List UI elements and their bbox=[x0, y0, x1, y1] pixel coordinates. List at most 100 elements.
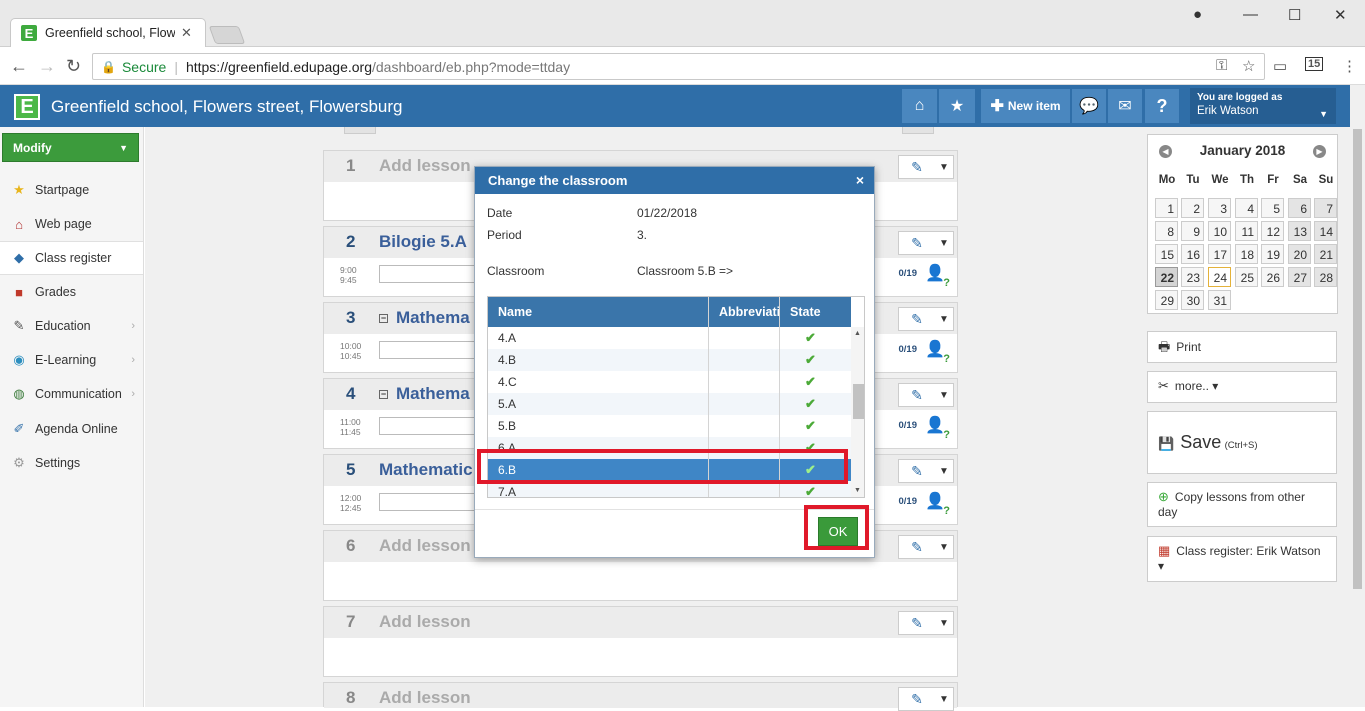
top-button-stub[interactable] bbox=[344, 127, 376, 134]
browser-tab[interactable]: E Greenfield school, Flowe ✕ bbox=[10, 18, 206, 47]
calendar-day[interactable]: 24 bbox=[1208, 267, 1231, 287]
browser-menu-icon[interactable]: ⋮ bbox=[1342, 57, 1357, 75]
calendar-day[interactable]: 26 bbox=[1261, 267, 1284, 287]
add-lesson-link[interactable]: Add lesson bbox=[379, 688, 471, 708]
calendar-day[interactable]: 30 bbox=[1181, 290, 1204, 310]
lesson-title[interactable]: Bilogie 5.A bbox=[379, 232, 467, 252]
account-icon[interactable]: ● bbox=[1193, 6, 1202, 23]
page-scrollbar[interactable] bbox=[1350, 85, 1365, 707]
calendar-day[interactable]: 28 bbox=[1314, 267, 1337, 287]
calendar-day[interactable]: 5 bbox=[1261, 198, 1284, 218]
calendar-day[interactable]: 29 bbox=[1155, 290, 1178, 310]
calendar-day[interactable]: 3 bbox=[1208, 198, 1231, 218]
lesson-topic-field[interactable] bbox=[379, 417, 479, 435]
lesson-title[interactable]: − Mathema bbox=[379, 308, 470, 328]
address-bar[interactable]: 🔒 Secure | https://greenfield.edupage.or… bbox=[92, 53, 1265, 80]
lesson-title[interactable]: − Mathema bbox=[379, 384, 470, 404]
collapse-icon[interactable]: − bbox=[379, 390, 388, 400]
calendar-day[interactable]: 11 bbox=[1235, 221, 1258, 241]
close-icon[interactable]: × bbox=[856, 172, 864, 188]
attendance-person-icon[interactable]: 👤? bbox=[925, 491, 950, 517]
calendar-day[interactable]: 18 bbox=[1235, 244, 1258, 264]
column-header-state[interactable]: State bbox=[790, 305, 821, 319]
sidebar-item-grades[interactable]: ■ Grades bbox=[0, 275, 143, 309]
next-month-icon[interactable]: ▶ bbox=[1313, 145, 1326, 158]
messages-button[interactable]: 💬 bbox=[1072, 89, 1107, 123]
scroll-down-icon[interactable]: ▼ bbox=[854, 487, 861, 494]
table-row[interactable]: 4.A ✔ bbox=[488, 327, 851, 349]
edit-lesson-button[interactable]: ✎ ▼ bbox=[898, 687, 954, 711]
table-row[interactable]: 4.C ✔ bbox=[488, 371, 851, 393]
calendar-day[interactable]: 15 bbox=[1155, 244, 1178, 264]
table-row[interactable]: 5.A ✔ bbox=[488, 393, 851, 415]
edit-lesson-button[interactable]: ✎ ▼ bbox=[898, 307, 954, 331]
maximize-button[interactable]: ☐ bbox=[1288, 6, 1301, 24]
attendance-person-icon[interactable]: 👤? bbox=[925, 339, 950, 365]
lesson-topic-field[interactable] bbox=[379, 493, 479, 511]
top-button-stub[interactable] bbox=[902, 127, 934, 134]
lesson-title[interactable]: Mathematic bbox=[379, 460, 473, 480]
calendar-day[interactable]: 2 bbox=[1181, 198, 1204, 218]
cast-icon[interactable]: ▭ bbox=[1273, 57, 1287, 75]
lesson-slot[interactable]: 7 Add lesson ✎ ▼ bbox=[323, 606, 958, 677]
sidebar-item-web-page[interactable]: ⌂ Web page bbox=[0, 207, 143, 241]
calendar-day[interactable]: 12 bbox=[1261, 221, 1284, 241]
sidebar-item-education[interactable]: ✎ Education › bbox=[0, 309, 143, 343]
extension-badge[interactable]: 15 bbox=[1305, 57, 1324, 71]
table-row[interactable]: 5.B ✔ bbox=[488, 415, 851, 437]
calendar-day[interactable]: 19 bbox=[1261, 244, 1284, 264]
calendar-day[interactable]: 21 bbox=[1314, 244, 1337, 264]
user-menu[interactable]: You are logged as Erik Watson ▼ bbox=[1190, 88, 1336, 124]
modify-button[interactable]: Modify ▼ bbox=[2, 133, 139, 162]
calendar-day[interactable]: 22 bbox=[1155, 267, 1178, 287]
calendar-day[interactable]: 23 bbox=[1181, 267, 1204, 287]
collapse-icon[interactable]: − bbox=[379, 314, 388, 324]
copy-lessons-button[interactable]: ⊕ Copy lessons from other day bbox=[1147, 482, 1337, 527]
calendar-day[interactable]: 1 bbox=[1155, 198, 1178, 218]
edit-lesson-button[interactable]: ✎ ▼ bbox=[898, 535, 954, 559]
calendar-day[interactable]: 17 bbox=[1208, 244, 1231, 264]
column-header-name[interactable]: Name bbox=[498, 305, 532, 319]
class-register-button[interactable]: ▦ Class register: Erik Watson ▾ bbox=[1147, 536, 1337, 582]
mail-button[interactable]: ✉ bbox=[1108, 89, 1143, 123]
sidebar-item-agenda-online[interactable]: ✐ Agenda Online bbox=[0, 412, 143, 446]
calendar-day[interactable]: 9 bbox=[1181, 221, 1204, 241]
save-button[interactable]: 💾 Save (Ctrl+S) bbox=[1147, 411, 1337, 474]
lesson-topic-field[interactable] bbox=[379, 341, 479, 359]
table-scrollbar-thumb[interactable] bbox=[853, 384, 864, 419]
calendar-day[interactable]: 14 bbox=[1314, 221, 1337, 241]
lesson-slot[interactable]: 8 Add lesson ✎ ▼ bbox=[323, 682, 958, 711]
reload-icon[interactable]: ↻ bbox=[66, 56, 81, 77]
tab-close-icon[interactable]: ✕ bbox=[181, 25, 192, 41]
sidebar-item-communication[interactable]: ◍ Communication › bbox=[0, 377, 143, 411]
edit-lesson-button[interactable]: ✎ ▼ bbox=[898, 155, 954, 179]
table-row[interactable]: 4.B ✔ bbox=[488, 349, 851, 371]
edit-lesson-button[interactable]: ✎ ▼ bbox=[898, 231, 954, 255]
calendar-day[interactable]: 4 bbox=[1235, 198, 1258, 218]
minimize-button[interactable]: — bbox=[1243, 6, 1258, 23]
attendance-person-icon[interactable]: 👤? bbox=[925, 415, 950, 441]
favorites-button[interactable]: ★ bbox=[939, 89, 976, 123]
table-scrollbar[interactable]: ▲ ▼ bbox=[851, 327, 864, 497]
key-icon[interactable]: ⚿ bbox=[1216, 57, 1227, 74]
calendar-day[interactable]: 31 bbox=[1208, 290, 1231, 310]
edit-lesson-button[interactable]: ✎ ▼ bbox=[898, 383, 954, 407]
edit-lesson-button[interactable]: ✎ ▼ bbox=[898, 611, 954, 635]
print-button[interactable]: 🖶 Print bbox=[1147, 331, 1337, 363]
calendar-day[interactable]: 7 bbox=[1314, 198, 1337, 218]
sidebar-item-e-learning[interactable]: ◉ E-Learning › bbox=[0, 343, 143, 377]
calendar-day[interactable]: 6 bbox=[1288, 198, 1311, 218]
calendar-day[interactable]: 25 bbox=[1235, 267, 1258, 287]
calendar-day[interactable]: 10 bbox=[1208, 221, 1231, 241]
sidebar-item-class-register[interactable]: ◆ Class register bbox=[0, 241, 143, 275]
calendar-day[interactable]: 13 bbox=[1288, 221, 1311, 241]
home-button[interactable]: ⌂ bbox=[902, 89, 938, 123]
more-button[interactable]: ✂ more.. ▾ bbox=[1147, 371, 1337, 403]
calendar-day[interactable]: 20 bbox=[1288, 244, 1311, 264]
close-window-button[interactable]: ✕ bbox=[1334, 6, 1347, 24]
calendar-day[interactable]: 27 bbox=[1288, 267, 1311, 287]
lesson-topic-field[interactable] bbox=[379, 265, 479, 283]
add-lesson-link[interactable]: Add lesson bbox=[379, 612, 471, 632]
attendance-person-icon[interactable]: 👤? bbox=[925, 263, 950, 289]
sidebar-item-startpage[interactable]: ★ Startpage bbox=[0, 173, 143, 207]
